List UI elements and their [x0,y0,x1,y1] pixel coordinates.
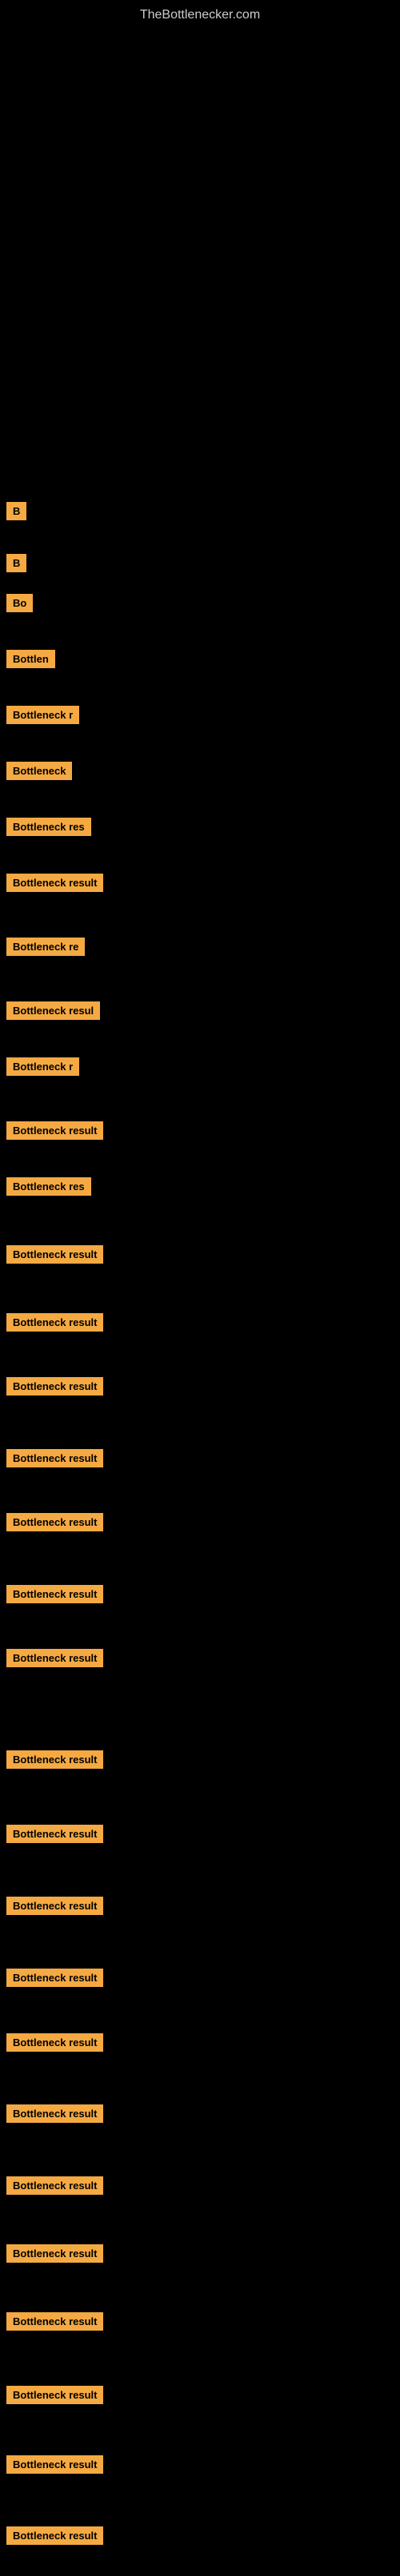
bottleneck-item-9: Bottleneck re [6,938,85,956]
bottleneck-item-14: Bottleneck result [6,1245,103,1264]
bottleneck-item-31: Bottleneck result [6,2455,103,2474]
bottleneck-item-10: Bottleneck resul [6,1001,100,1020]
bottleneck-item-7: Bottleneck res [6,818,91,836]
bottleneck-item-16: Bottleneck result [6,1377,103,1395]
bottleneck-item-2: B [6,554,26,572]
bottleneck-item-1: B [6,502,26,520]
bottleneck-item-29: Bottleneck result [6,2312,103,2331]
bottleneck-item-12: Bottleneck result [6,1121,103,1140]
bottleneck-item-19: Bottleneck result [6,1585,103,1603]
bottleneck-item-18: Bottleneck result [6,1513,103,1531]
bottleneck-item-13: Bottleneck res [6,1177,91,1196]
bottleneck-item-20: Bottleneck result [6,1649,103,1667]
bottleneck-item-5: Bottleneck r [6,706,79,724]
bottleneck-item-32: Bottleneck result [6,2526,103,2545]
bottleneck-item-23: Bottleneck result [6,1897,103,1915]
bottleneck-item-17: Bottleneck result [6,1449,103,1467]
bottleneck-item-25: Bottleneck result [6,2033,103,2052]
bottleneck-item-28: Bottleneck result [6,2244,103,2263]
bottleneck-item-6: Bottleneck [6,762,72,780]
bottleneck-item-26: Bottleneck result [6,2104,103,2123]
bottleneck-item-8: Bottleneck result [6,874,103,892]
bottleneck-item-15: Bottleneck result [6,1313,103,1332]
bottleneck-item-3: Bo [6,594,33,612]
bottleneck-item-27: Bottleneck result [6,2176,103,2195]
bottleneck-item-11: Bottleneck r [6,1057,79,1076]
bottleneck-item-21: Bottleneck result [6,1750,103,1769]
site-title: TheBottlenecker.com [0,0,400,26]
bottleneck-item-30: Bottleneck result [6,2386,103,2404]
bottleneck-item-22: Bottleneck result [6,1825,103,1843]
bottleneck-item-24: Bottleneck result [6,1969,103,1987]
bottleneck-item-4: Bottlen [6,650,55,668]
